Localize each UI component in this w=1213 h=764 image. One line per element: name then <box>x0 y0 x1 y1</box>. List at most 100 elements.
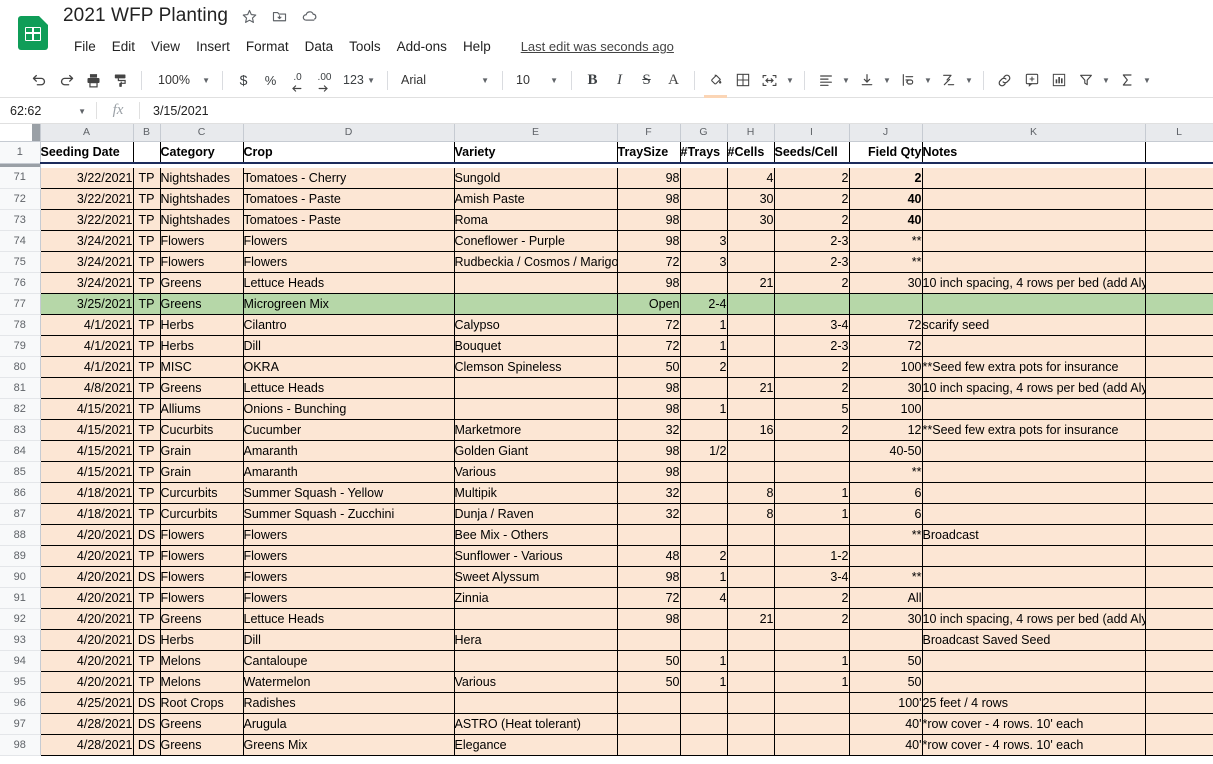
cell-variety-78[interactable]: Calypso <box>454 314 618 336</box>
table-row[interactable]: 94 4/20/2021 TP Melons Cantaloupe 50 1 1 50 <box>0 650 1213 672</box>
table-row[interactable]: 79 4/1/2021 TP Herbs Dill Bouquet 72 1 2-3 72 <box>0 335 1213 357</box>
cell-blank-93[interactable] <box>1145 629 1213 651</box>
cell-field-qty-86[interactable]: 6 <box>849 482 923 504</box>
cell-category-93[interactable]: Herbs <box>160 629 244 651</box>
cell-blank-73[interactable] <box>1145 209 1213 231</box>
cell-numcells-88[interactable] <box>727 524 775 546</box>
cell-method-83[interactable]: TP <box>133 419 161 441</box>
cell-numtrays-76[interactable] <box>680 272 728 294</box>
cell-notes-86[interactable] <box>922 482 1146 504</box>
column-header-J[interactable]: J <box>849 124 923 142</box>
cell-notes-88[interactable]: Broadcast <box>922 524 1146 546</box>
increase-decimal-button[interactable]: .00 <box>311 67 338 94</box>
cell-category-98[interactable]: Greens <box>160 734 244 756</box>
table-row[interactable]: 71 3/22/2021 TP Nightshades Tomatoes - Cherr… <box>0 167 1213 189</box>
cell-method-76[interactable]: TP <box>133 272 161 294</box>
cell-numtrays-89[interactable]: 2 <box>680 545 728 567</box>
merge-cells-dropdown[interactable]: ▼ <box>783 67 797 94</box>
column-header-G[interactable]: G <box>680 124 728 142</box>
vertical-align-dropdown[interactable]: ▼ <box>880 67 894 94</box>
cell-field-qty-72[interactable]: 40 <box>849 188 923 210</box>
insert-chart-button[interactable] <box>1045 67 1072 94</box>
cell-notes-97[interactable]: *row cover - 4 rows. 10' each <box>922 713 1146 735</box>
spreadsheet-grid[interactable]: A B C D E F G H I J K L 1 Seeding Date C… <box>0 124 1213 764</box>
cell-field-qty-94[interactable]: 50 <box>849 650 923 672</box>
cell-traysize-75[interactable]: 72 <box>617 251 681 273</box>
cell-category-82[interactable]: Alliums <box>160 398 244 420</box>
cell-crop-73[interactable]: Tomatoes - Paste <box>243 209 455 231</box>
cell-traysize-86[interactable]: 32 <box>617 482 681 504</box>
cell-notes-84[interactable] <box>922 440 1146 462</box>
cell-traysize-83[interactable]: 32 <box>617 419 681 441</box>
cell-variety-92[interactable] <box>454 608 618 630</box>
cell-field-qty-73[interactable]: 40 <box>849 209 923 231</box>
cell-notes-76[interactable]: 10 inch spacing, 4 rows per bed (add Aly… <box>922 272 1146 294</box>
header-cell-blank[interactable] <box>1145 140 1213 164</box>
cell-crop-98[interactable]: Greens Mix <box>243 734 455 756</box>
cell-method-95[interactable]: TP <box>133 671 161 693</box>
currency-format-button[interactable]: $ <box>230 67 257 94</box>
cell-numcells-78[interactable] <box>727 314 775 336</box>
move-to-folder-icon[interactable] <box>271 8 288 25</box>
cell-seeds-per-cell-89[interactable]: 1-2 <box>774 545 850 567</box>
menu-view[interactable]: View <box>143 36 188 57</box>
cell-variety-81[interactable] <box>454 377 618 399</box>
formula-input[interactable]: 3/15/2021 <box>140 104 209 118</box>
cell-crop-82[interactable]: Onions - Bunching <box>243 398 455 420</box>
cell-seeding-date-71[interactable]: 3/22/2021 <box>39 167 134 189</box>
cell-numtrays-74[interactable]: 3 <box>680 230 728 252</box>
cell-seeding-date-79[interactable]: 4/1/2021 <box>39 335 134 357</box>
cell-notes-82[interactable] <box>922 398 1146 420</box>
cell-seeds-per-cell-82[interactable]: 5 <box>774 398 850 420</box>
cell-crop-76[interactable]: Lettuce Heads <box>243 272 455 294</box>
cell-method-97[interactable]: DS <box>133 713 161 735</box>
cell-crop-94[interactable]: Cantaloupe <box>243 650 455 672</box>
cell-numtrays-92[interactable] <box>680 608 728 630</box>
cell-method-98[interactable]: DS <box>133 734 161 756</box>
row-header-97[interactable]: 97 <box>0 713 41 735</box>
cell-blank-95[interactable] <box>1145 671 1213 693</box>
table-row[interactable]: 85 4/15/2021 TP Grain Amaranth Various 98 ** <box>0 461 1213 483</box>
cell-traysize-90[interactable]: 98 <box>617 566 681 588</box>
column-header-C[interactable]: C <box>160 124 244 142</box>
cell-category-71[interactable]: Nightshades <box>160 167 244 189</box>
font-size-selector[interactable]: 10 ▼ <box>510 68 564 93</box>
cell-crop-81[interactable]: Lettuce Heads <box>243 377 455 399</box>
menu-format[interactable]: Format <box>238 36 297 57</box>
horizontal-align-button[interactable] <box>812 67 839 94</box>
cell-method-75[interactable]: TP <box>133 251 161 273</box>
header-cell-variety[interactable]: Variety <box>454 140 618 164</box>
row-header-98[interactable]: 98 <box>0 734 41 756</box>
table-row[interactable]: 76 3/24/2021 TP Greens Lettuce Heads 98 21 2 30 1… <box>0 272 1213 294</box>
cell-numtrays-77[interactable]: 2-4 <box>680 293 728 315</box>
cell-blank-91[interactable] <box>1145 587 1213 609</box>
cell-method-72[interactable]: TP <box>133 188 161 210</box>
menu-insert[interactable]: Insert <box>188 36 238 57</box>
cell-variety-93[interactable]: Hera <box>454 629 618 651</box>
cell-blank-82[interactable] <box>1145 398 1213 420</box>
cell-seeds-per-cell-91[interactable]: 2 <box>774 587 850 609</box>
table-row[interactable]: 89 4/20/2021 TP Flowers Flowers Sunflower - V… <box>0 545 1213 567</box>
cell-method-77[interactable]: TP <box>133 293 161 315</box>
cell-crop-96[interactable]: Radishes <box>243 692 455 714</box>
cell-crop-91[interactable]: Flowers <box>243 587 455 609</box>
cell-notes-85[interactable] <box>922 461 1146 483</box>
cell-numcells-79[interactable] <box>727 335 775 357</box>
fill-color-button[interactable] <box>702 67 729 98</box>
cell-numcells-98[interactable] <box>727 734 775 756</box>
cell-variety-83[interactable]: Marketmore <box>454 419 618 441</box>
menu-tools[interactable]: Tools <box>341 36 389 57</box>
cell-notes-81[interactable]: 10 inch spacing, 4 rows per bed (add Aly… <box>922 377 1146 399</box>
cell-seeds-per-cell-75[interactable]: 2-3 <box>774 251 850 273</box>
header-cell-notes[interactable]: Notes <box>922 140 1146 164</box>
cell-category-96[interactable]: Root Crops <box>160 692 244 714</box>
cell-notes-78[interactable]: scarify seed <box>922 314 1146 336</box>
cell-field-qty-74[interactable]: ** <box>849 230 923 252</box>
row-header-93[interactable]: 93 <box>0 629 41 651</box>
cell-category-83[interactable]: Cucurbits <box>160 419 244 441</box>
table-row[interactable]: 78 4/1/2021 TP Herbs Cilantro Calypso 72 1 3-4 72… <box>0 314 1213 336</box>
cell-seeds-per-cell-83[interactable]: 2 <box>774 419 850 441</box>
cell-traysize-92[interactable]: 98 <box>617 608 681 630</box>
cell-field-qty-92[interactable]: 30 <box>849 608 923 630</box>
cell-seeding-date-95[interactable]: 4/20/2021 <box>39 671 134 693</box>
